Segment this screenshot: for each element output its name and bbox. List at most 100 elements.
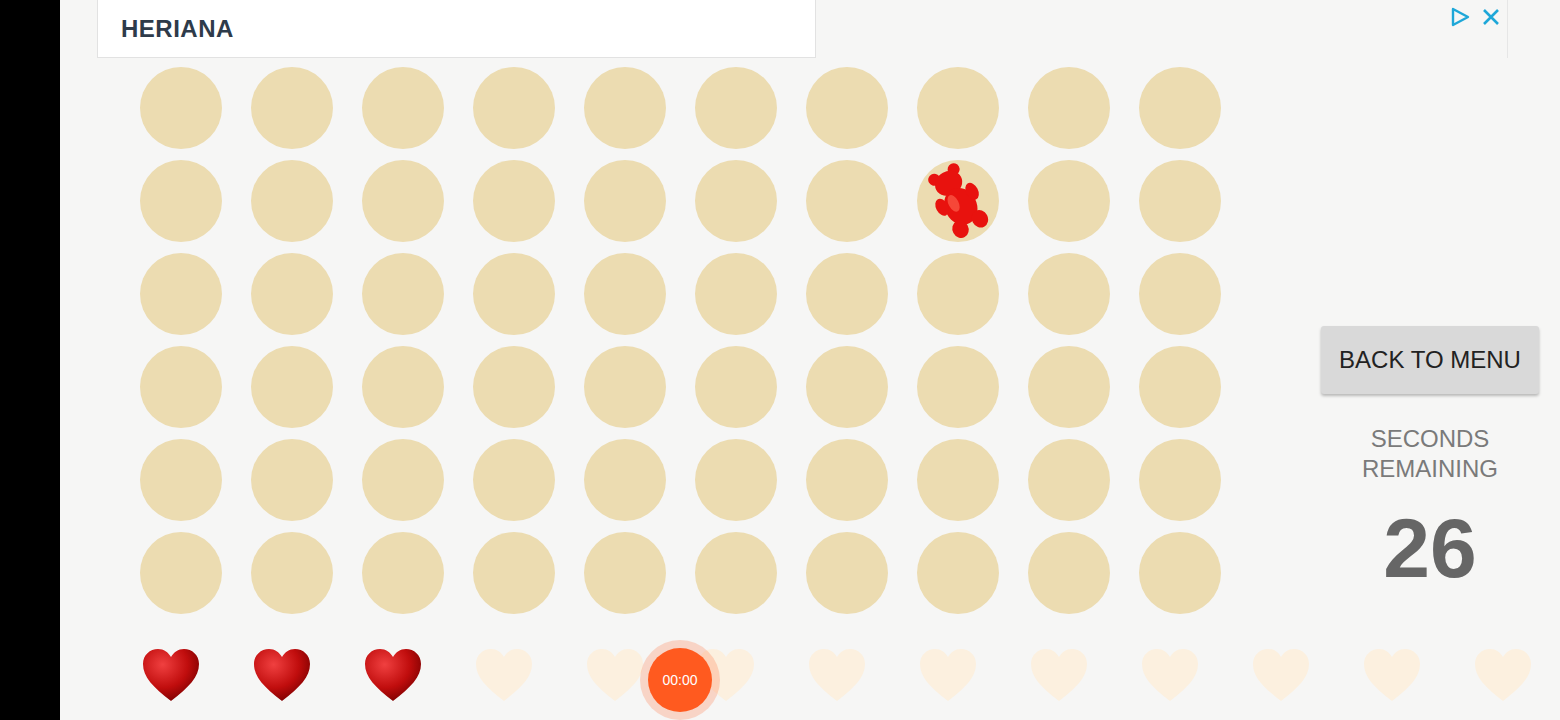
board-hole[interactable]	[1028, 532, 1110, 614]
life-heart	[1029, 645, 1089, 705]
game-area: HERIANA BACK TO MENU SECONDS REMAINING 26 00…	[60, 0, 1560, 720]
board-hole[interactable]	[362, 532, 444, 614]
ad-controls	[1449, 0, 1507, 28]
board-hole[interactable]	[806, 532, 888, 614]
life-heart	[807, 645, 867, 705]
board-hole[interactable]	[695, 67, 777, 149]
board-hole[interactable]	[362, 160, 444, 242]
board-hole[interactable]	[584, 67, 666, 149]
board-hole[interactable]	[584, 532, 666, 614]
empty-heart-icon	[474, 647, 534, 703]
life-heart	[585, 645, 645, 705]
full-heart-icon	[141, 647, 201, 703]
board-hole[interactable]	[695, 160, 777, 242]
board-hole[interactable]	[695, 532, 777, 614]
empty-heart-icon	[585, 647, 645, 703]
board-hole[interactable]	[251, 253, 333, 335]
empty-heart-icon	[807, 647, 867, 703]
close-ad-icon[interactable]	[1481, 7, 1501, 27]
board-hole[interactable]	[251, 346, 333, 428]
back-to-menu-button[interactable]: BACK TO MENU	[1321, 326, 1539, 394]
board-hole[interactable]	[1139, 532, 1221, 614]
board-hole[interactable]	[473, 253, 555, 335]
life-heart	[1251, 645, 1311, 705]
board-hole[interactable]	[473, 67, 555, 149]
life-heart	[1362, 645, 1422, 705]
life-heart	[1140, 645, 1200, 705]
empty-heart-icon	[1251, 647, 1311, 703]
ad-banner[interactable]: HERIANA	[97, 0, 1508, 58]
ad-title[interactable]: HERIANA	[97, 0, 816, 58]
board-hole[interactable]	[584, 439, 666, 521]
recorder-time[interactable]: 00:00	[648, 648, 712, 712]
gummy-bear-icon	[927, 161, 989, 241]
board-hole[interactable]	[1139, 253, 1221, 335]
full-heart-icon	[252, 647, 312, 703]
board-hole[interactable]	[1028, 346, 1110, 428]
board-hole[interactable]	[917, 67, 999, 149]
board-hole[interactable]	[917, 160, 999, 242]
board-hole[interactable]	[140, 532, 222, 614]
board-hole[interactable]	[473, 160, 555, 242]
life-heart	[474, 645, 534, 705]
board-hole[interactable]	[806, 253, 888, 335]
board-hole[interactable]	[1028, 67, 1110, 149]
board-hole[interactable]	[695, 439, 777, 521]
empty-heart-icon	[1029, 647, 1089, 703]
screen-recorder[interactable]: 00:00	[640, 640, 720, 720]
game-screen: HERIANA BACK TO MENU SECONDS REMAINING 26 00…	[0, 0, 1560, 720]
empty-heart-icon	[1140, 647, 1200, 703]
board-hole[interactable]	[806, 160, 888, 242]
board-hole[interactable]	[140, 160, 222, 242]
board-hole[interactable]	[251, 532, 333, 614]
board-hole[interactable]	[140, 253, 222, 335]
board-hole[interactable]	[584, 160, 666, 242]
board-hole[interactable]	[695, 346, 777, 428]
board-hole[interactable]	[695, 253, 777, 335]
board-hole[interactable]	[251, 67, 333, 149]
board-hole[interactable]	[473, 532, 555, 614]
board-hole[interactable]	[251, 439, 333, 521]
board-hole[interactable]	[1139, 160, 1221, 242]
board-hole[interactable]	[251, 160, 333, 242]
life-heart	[252, 645, 312, 705]
life-heart	[1473, 645, 1533, 705]
board-hole[interactable]	[473, 346, 555, 428]
timer-label: SECONDS REMAINING	[1321, 424, 1539, 484]
board-hole[interactable]	[1028, 439, 1110, 521]
board-hole[interactable]	[1028, 160, 1110, 242]
board-hole[interactable]	[584, 346, 666, 428]
board-hole[interactable]	[917, 346, 999, 428]
board-hole[interactable]	[362, 67, 444, 149]
board-hole[interactable]	[1028, 253, 1110, 335]
board-hole[interactable]	[362, 439, 444, 521]
board-hole[interactable]	[1139, 439, 1221, 521]
life-heart	[918, 645, 978, 705]
board-hole[interactable]	[917, 253, 999, 335]
board-hole[interactable]	[362, 346, 444, 428]
timer-value: 26	[1383, 506, 1476, 590]
board-hole[interactable]	[140, 346, 222, 428]
lives-row	[60, 645, 1560, 705]
board-hole[interactable]	[362, 253, 444, 335]
board-hole[interactable]	[1139, 67, 1221, 149]
board-hole[interactable]	[1139, 346, 1221, 428]
board-hole[interactable]	[806, 439, 888, 521]
side-panel: BACK TO MENU SECONDS REMAINING 26	[1321, 67, 1539, 614]
game-board	[140, 67, 1221, 614]
screen-edge	[0, 0, 60, 720]
board-hole[interactable]	[584, 253, 666, 335]
board-hole[interactable]	[806, 346, 888, 428]
board-hole[interactable]	[917, 439, 999, 521]
board-hole[interactable]	[806, 67, 888, 149]
board-hole[interactable]	[140, 439, 222, 521]
life-heart	[363, 645, 423, 705]
empty-heart-icon	[918, 647, 978, 703]
board-hole[interactable]	[473, 439, 555, 521]
empty-heart-icon	[1473, 647, 1533, 703]
board-hole[interactable]	[140, 67, 222, 149]
board-hole[interactable]	[917, 532, 999, 614]
play-row: BACK TO MENU SECONDS REMAINING 26	[60, 67, 1560, 614]
full-heart-icon	[363, 647, 423, 703]
ad-choices-icon[interactable]	[1449, 6, 1471, 28]
